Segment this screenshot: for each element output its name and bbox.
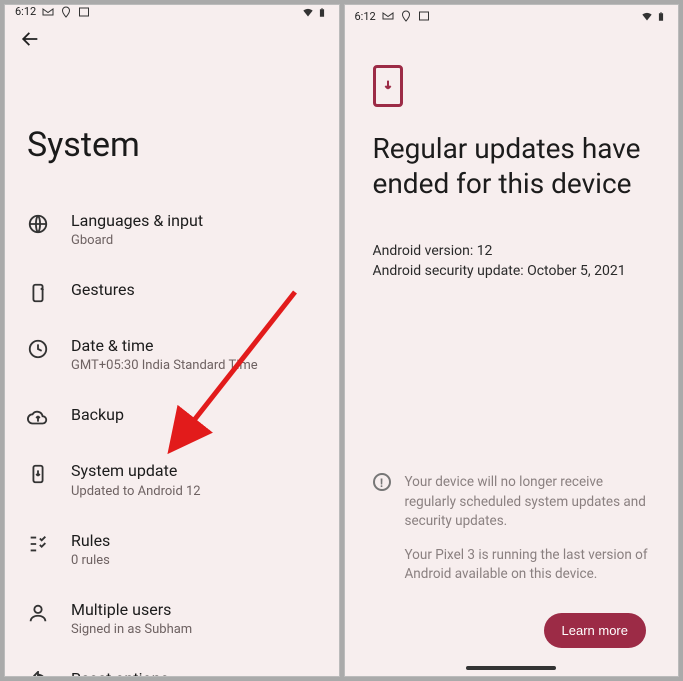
person-icon: [27, 602, 49, 624]
item-date-time[interactable]: Date & time GMT+05:30 India Standard Tim…: [15, 320, 329, 389]
location-icon: [400, 10, 412, 22]
system-settings-screen: 6:12: [4, 4, 340, 677]
item-title: Date & time: [71, 336, 317, 355]
wifi-icon: [301, 6, 313, 18]
item-title: System update: [71, 461, 317, 480]
android-version-line: Android version: 12: [373, 243, 651, 259]
item-title: Rules: [71, 531, 317, 550]
phone-gesture-icon: [27, 282, 49, 304]
item-sub: GMT+05:30 India Standard Time: [71, 358, 317, 373]
item-languages-input[interactable]: Languages & input Gboard: [15, 195, 329, 264]
notice-p1: Your device will no longer receive regul…: [405, 473, 651, 532]
item-sub: Updated to Android 12: [71, 484, 317, 499]
item-backup[interactable]: Backup: [15, 389, 329, 445]
system-update-icon: [27, 463, 49, 485]
info-icon: !: [373, 473, 391, 491]
item-sub: Gboard: [71, 233, 317, 248]
globe-icon: [27, 213, 49, 235]
settings-list: Languages & input Gboard Gestures: [5, 195, 339, 677]
page-title: System: [5, 55, 339, 195]
back-icon[interactable]: [19, 31, 41, 55]
reset-icon: [27, 671, 49, 677]
item-reset-options[interactable]: Reset options: [15, 653, 329, 677]
item-title: Multiple users: [71, 600, 317, 619]
learn-more-button[interactable]: Learn more: [544, 613, 646, 648]
item-rules[interactable]: Rules 0 rules: [15, 515, 329, 584]
status-bar: 6:12: [345, 5, 679, 27]
calendar-icon: [418, 10, 430, 22]
status-time: 6:12: [15, 5, 36, 18]
item-gestures[interactable]: Gestures: [15, 264, 329, 320]
battery-icon: [656, 10, 668, 22]
item-title: Reset options: [71, 669, 317, 677]
notice-p2: Your Pixel 3 is running the last version…: [405, 546, 651, 585]
item-title: Gestures: [71, 280, 317, 299]
item-title: Languages & input: [71, 211, 317, 230]
clock-icon: [27, 338, 49, 360]
notice-block: ! Your device will no longer receive reg…: [373, 463, 651, 599]
item-sub: 0 rules: [71, 553, 317, 568]
wifi-icon: [640, 10, 652, 22]
item-title: Backup: [71, 405, 317, 424]
location-icon: [60, 6, 72, 18]
item-sub: Signed in as Subham: [71, 622, 317, 637]
security-update-line: Android security update: October 5, 2021: [373, 263, 651, 279]
rules-icon: [27, 533, 49, 555]
battery-icon: [317, 6, 329, 18]
status-bar: 6:12: [5, 5, 339, 18]
cloud-up-icon: [27, 407, 49, 429]
calendar-icon: [78, 6, 90, 18]
gmail-icon: [382, 10, 394, 22]
nav-handle[interactable]: [466, 666, 556, 670]
item-system-update[interactable]: System update Updated to Android 12: [15, 445, 329, 514]
status-time: 6:12: [355, 10, 376, 23]
gmail-icon: [42, 6, 54, 18]
system-update-screen: 6:12: [344, 4, 680, 677]
item-multiple-users[interactable]: Multiple users Signed in as Subham: [15, 584, 329, 653]
update-headline: Regular updates have ended for this devi…: [373, 131, 651, 201]
system-update-badge-icon: [373, 65, 403, 107]
